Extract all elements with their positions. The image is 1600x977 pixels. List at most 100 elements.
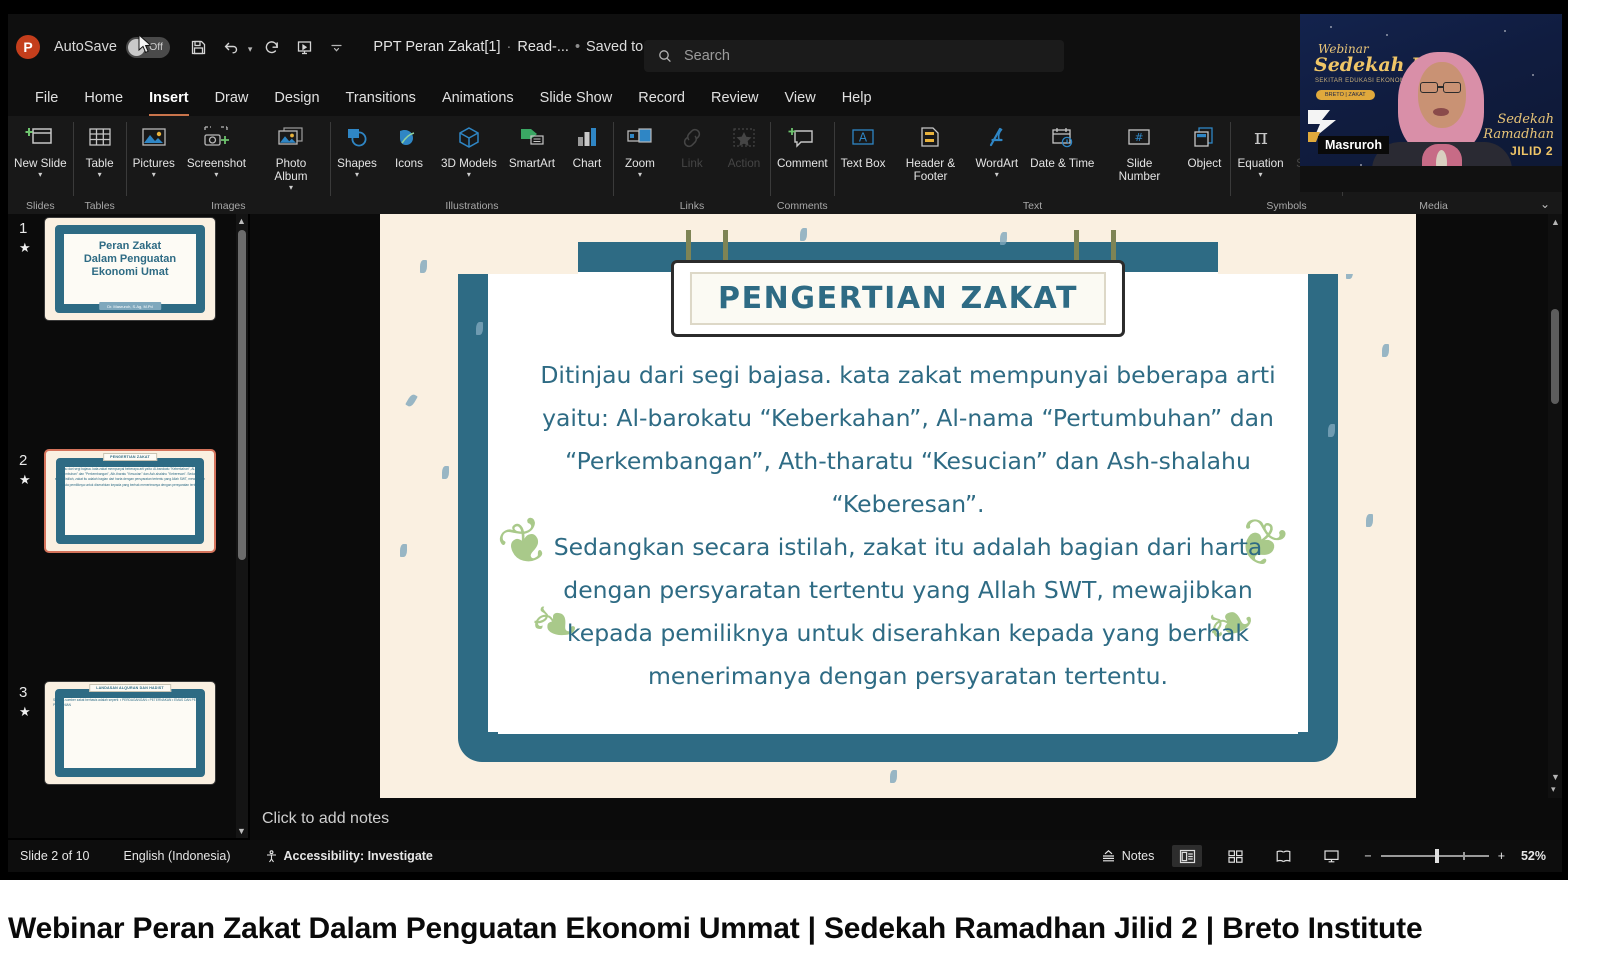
slide-paragraph-7: kepada pemiliknya untuk diserahkan kepad… [567, 619, 1249, 647]
ribbon-group-tables: Table ▾ Tables [74, 116, 126, 214]
zoom-slider-handle[interactable] [1434, 849, 1439, 863]
start-slideshow-icon[interactable] [289, 32, 319, 62]
normal-view-button[interactable] [1172, 845, 1203, 867]
slide-3-body: Sumber-sumber zakat berhasis adalah sepe… [53, 698, 205, 708]
icons-button[interactable]: Icons [383, 119, 435, 170]
new-slide-button[interactable]: New Slide ▾ [8, 119, 73, 179]
3d-models-button[interactable]: 3D Models ▾ [435, 119, 503, 179]
slide-preview-1[interactable]: Peran Zakat Dalam Penguatan Ekonomi Umat… [44, 217, 216, 321]
chevron-down-icon[interactable]: ▾ [289, 184, 293, 192]
zoom-in-button[interactable]: + [1498, 849, 1505, 863]
tab-view[interactable]: View [772, 86, 829, 110]
chevron-down-icon[interactable]: ▾ [995, 171, 999, 179]
chevron-down-icon[interactable]: ▾ [467, 171, 471, 179]
equation-button[interactable]: π Equation ▾ [1231, 119, 1289, 179]
zoom-control[interactable]: − + 52% [1364, 849, 1546, 863]
notes-pane[interactable]: Click to add notes [250, 798, 1562, 840]
pictures-button[interactable]: Pictures ▾ [127, 119, 181, 179]
notes-toggle-button[interactable]: Notes [1101, 849, 1154, 863]
zoom-out-button[interactable]: − [1364, 849, 1371, 863]
tab-help[interactable]: Help [829, 86, 885, 110]
tab-slide-show[interactable]: Slide Show [527, 86, 626, 110]
tab-home[interactable]: Home [71, 86, 136, 110]
zoom-level-label[interactable]: 52% [1514, 849, 1546, 863]
thumbnail-scrollbar[interactable]: ▲ ▼ [236, 214, 248, 838]
slide-2-body: Ditinjau dari segi bajasa. kata zakat me… [54, 467, 206, 487]
tab-animations[interactable]: Animations [429, 86, 527, 110]
redo-icon[interactable] [257, 32, 287, 62]
comment-button[interactable]: Comment [771, 119, 834, 170]
current-slide[interactable]: ❦ ❧ ❦ ❧ PENGERTIAN ZAKAT Ditinjau dari s… [380, 214, 1416, 798]
slide-thumbnail-1[interactable]: 1 ★ Peran Zakat Dalam Penguatan Ekonomi … [8, 214, 248, 329]
tab-insert[interactable]: Insert [136, 86, 202, 116]
slide-preview-3[interactable]: LANDASAN ALQURAN DAN HADIST Sumber-sumbe… [44, 681, 216, 785]
slide-editing-area[interactable]: ❦ ❧ ❦ ❧ PENGERTIAN ZAKAT Ditinjau dari s… [250, 214, 1562, 798]
action-button: Action [718, 119, 770, 170]
language-label[interactable]: English (Indonesia) [124, 849, 231, 863]
triangle-down-icon[interactable]: ▼ [1551, 772, 1560, 782]
slide-title-card[interactable]: PENGERTIAN ZAKAT [670, 260, 1126, 337]
photo-album-button[interactable]: Photo Album ▾ [252, 119, 330, 192]
slide-number-button[interactable]: # Slide Number [1100, 119, 1178, 183]
tab-transitions[interactable]: Transitions [333, 86, 429, 110]
chevron-down-icon[interactable]: ▾ [152, 171, 156, 179]
accessibility-status[interactable]: Accessibility: Investigate [265, 849, 433, 863]
customize-quick-access-toolbar-icon[interactable] [321, 32, 351, 62]
slide-preview-2[interactable]: PENGERTIAN ZAKAT Ditinjau dari segi baja… [44, 449, 216, 553]
webcam-overlay[interactable]: Webinar Sedekah Ra SEKITAR EDUKASI EKONO… [1300, 14, 1562, 192]
undo-icon[interactable] [216, 32, 246, 62]
slide-thumbnail-panel[interactable]: 1 ★ Peran Zakat Dalam Penguatan Ekonomi … [8, 214, 248, 838]
collapse-ribbon-button[interactable]: ⌄ [1540, 197, 1550, 211]
tab-review[interactable]: Review [698, 86, 772, 110]
smartart-button[interactable]: SmartArt [503, 119, 561, 170]
header-footer-button[interactable]: Header & Footer [891, 119, 969, 183]
next-slide-icon[interactable]: ▾ [1551, 784, 1556, 795]
slide-count-label[interactable]: Slide 2 of 10 [20, 849, 90, 863]
slide-body-text[interactable]: Ditinjau dari segi bajasa. kata zakat me… [530, 354, 1286, 698]
letterbox-top [0, 0, 1568, 14]
screenshot-button[interactable]: Screenshot ▾ [181, 119, 252, 179]
wordart-button[interactable]: WordArt ▾ [969, 119, 1024, 179]
date-time-button[interactable]: Date & Time [1024, 119, 1100, 170]
smartart-label: SmartArt [508, 157, 555, 170]
triangle-up-icon[interactable]: ▲ [1551, 217, 1560, 227]
triangle-up-icon[interactable]: ▲ [237, 216, 246, 226]
slide-sorter-button[interactable] [1220, 845, 1250, 867]
undo-dropdown-icon[interactable]: ▾ [248, 44, 253, 55]
scrollbar-thumb[interactable] [1551, 309, 1559, 404]
header-footer-icon [917, 121, 943, 155]
slide-area-scrollbar[interactable]: ▲ ▼ ▾ [1548, 214, 1562, 798]
tab-design[interactable]: Design [261, 86, 332, 110]
chevron-down-icon[interactable]: ▾ [38, 171, 42, 179]
zoom-button[interactable]: Zoom ▾ [614, 119, 666, 179]
chevron-down-icon[interactable]: ▾ [1259, 171, 1263, 179]
document-title: PPT Peran Zakat[1] [373, 39, 501, 55]
chart-label: Chart [572, 157, 602, 170]
tab-file[interactable]: File [22, 86, 71, 110]
slide-show-button[interactable] [1316, 845, 1346, 867]
scrollbar-thumb[interactable] [238, 230, 246, 560]
slide-thumbnail-2[interactable]: 2 ★ PENGERTIAN ZAKAT Ditinjau dari segi … [8, 446, 248, 561]
ribbon-group-illustrations: Shapes ▾ Icons 3D Models ▾ SmartArt Char… [331, 116, 613, 214]
text-box-button[interactable]: A Text Box [835, 119, 892, 170]
notes-placeholder: Click to add notes [262, 810, 390, 827]
reading-view-button[interactable] [1268, 845, 1298, 867]
shapes-button[interactable]: Shapes ▾ [331, 119, 383, 179]
text-box-icon: A [849, 121, 877, 155]
chevron-down-icon[interactable]: ▾ [214, 171, 218, 179]
save-icon[interactable] [184, 32, 214, 62]
chevron-down-icon[interactable]: ▾ [638, 171, 642, 179]
equation-label: Equation [1237, 157, 1284, 170]
chevron-down-icon[interactable]: ▾ [98, 171, 102, 179]
tab-draw[interactable]: Draw [202, 86, 262, 110]
tab-record[interactable]: Record [625, 86, 698, 110]
slide-thumbnail-3[interactable]: 3 ★ LANDASAN ALQURAN DAN HADIST Sumber-s… [8, 678, 248, 793]
chart-button[interactable]: Chart [561, 119, 613, 170]
zoom-slider[interactable] [1380, 849, 1489, 863]
object-button[interactable]: Object [1178, 119, 1230, 170]
triangle-down-icon[interactable]: ▼ [237, 826, 246, 836]
action-icon [730, 121, 758, 155]
chevron-down-icon[interactable]: ▾ [355, 171, 359, 179]
search-input[interactable]: Search [644, 40, 1064, 72]
table-button[interactable]: Table ▾ [74, 119, 126, 179]
